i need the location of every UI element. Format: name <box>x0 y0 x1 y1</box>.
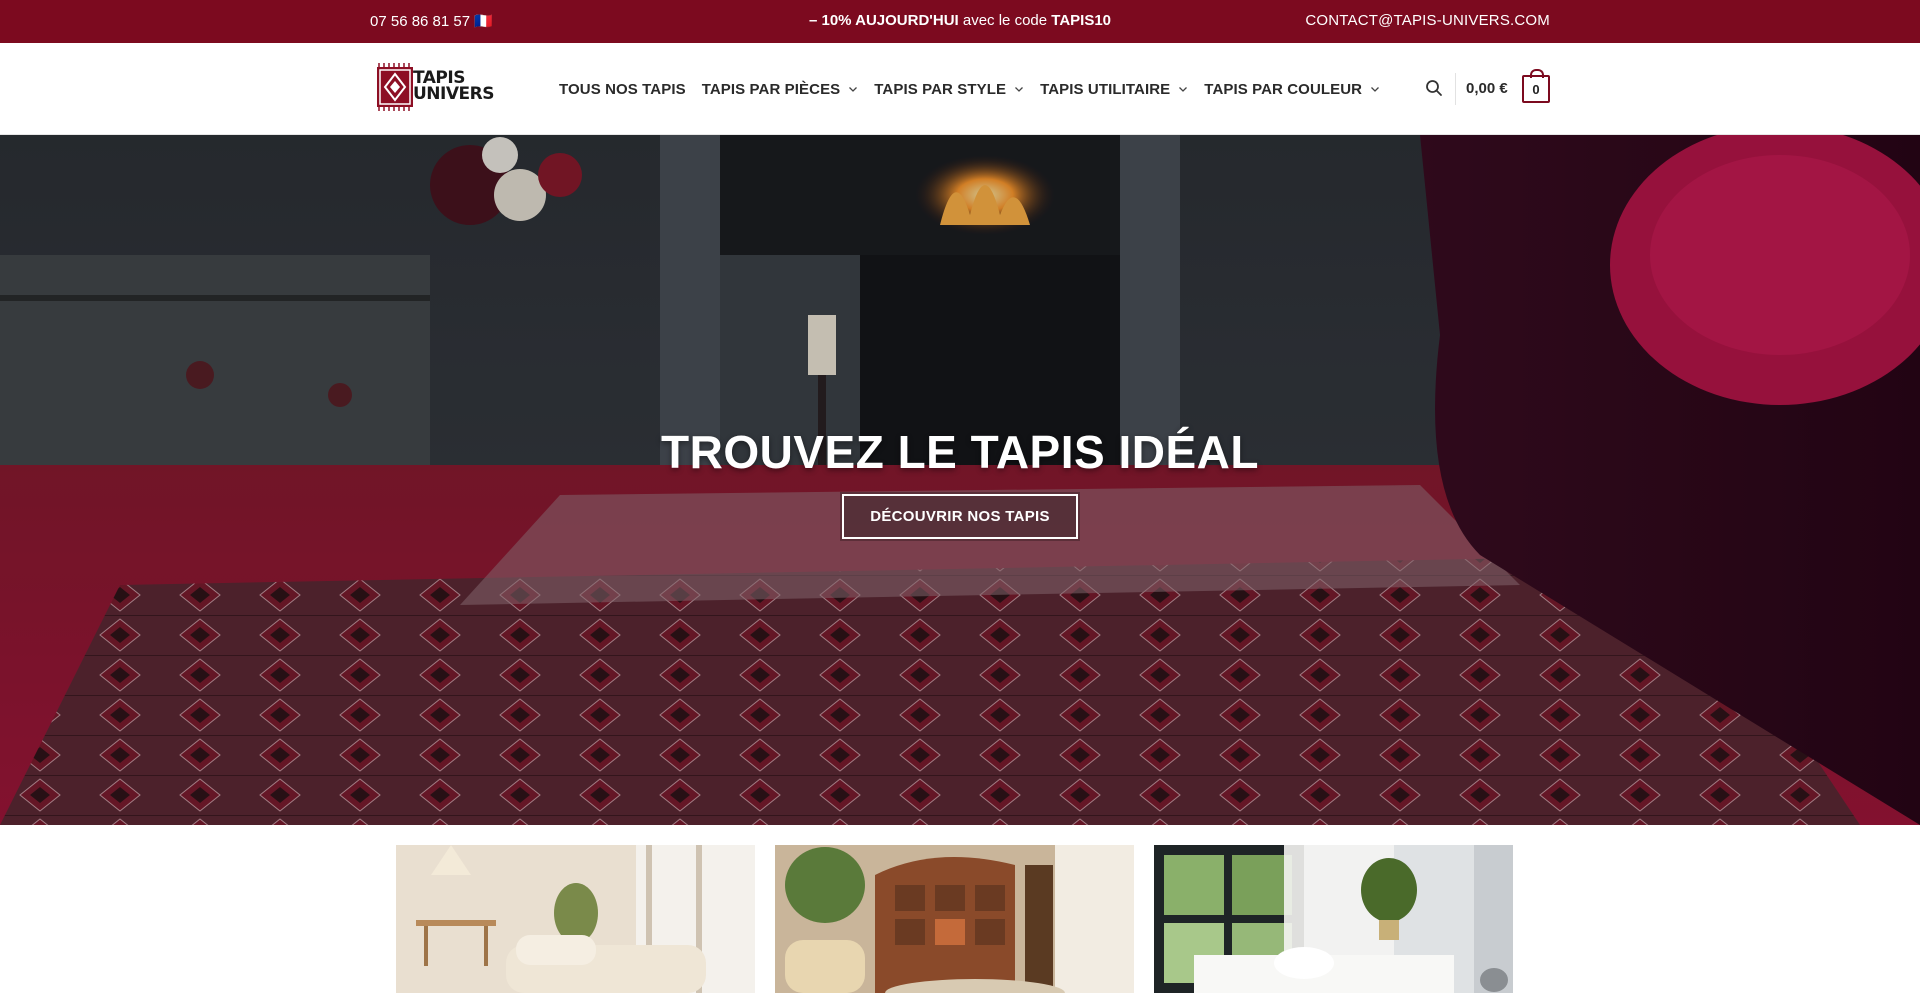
category-image-bedroom <box>775 845 1134 993</box>
hero-banner: TROUVEZ LE TAPIS IDÉAL DÉCOUVRIR NOS TAP… <box>0 135 1920 825</box>
category-card-living-room[interactable] <box>396 845 755 993</box>
cart-count: 0 <box>1532 81 1540 97</box>
promo-message: – 10% AUJOURD'HUI avec le code TAPIS10 <box>0 12 1920 29</box>
hero-title: TROUVEZ LE TAPIS IDÉAL <box>661 426 1259 478</box>
nav-item-tapis-par-couleur[interactable]: TAPIS PAR COULEUR <box>1204 81 1380 98</box>
nav-item-tapis-par-pieces[interactable]: TAPIS PAR PIÈCES <box>702 81 859 98</box>
logo-rug-icon <box>377 63 413 111</box>
promo-code: TAPIS10 <box>1051 12 1112 29</box>
promo-discount: – 10% AUJOURD'HUI <box>808 12 959 29</box>
nav-item-tapis-par-style[interactable]: TAPIS PAR STYLE <box>874 81 1024 98</box>
header-divider <box>1455 73 1456 105</box>
chevron-down-icon <box>1015 87 1024 92</box>
chevron-down-icon <box>1371 87 1380 92</box>
category-card-kids-room[interactable] <box>1154 845 1513 993</box>
category-image-kids-room <box>1154 845 1513 993</box>
chevron-down-icon <box>1179 87 1188 92</box>
nav-item-label: TAPIS PAR STYLE <box>874 80 1007 98</box>
site-header: TAPIS UNIVERS TOUS NOS TAPIS TAPIS PAR P… <box>0 43 1920 135</box>
chevron-down-icon <box>849 87 858 92</box>
hero-background-image <box>0 135 1920 825</box>
logo-text: TAPIS UNIVERS <box>413 70 494 104</box>
nav-item-label: TOUS NOS TAPIS <box>559 80 686 98</box>
nav-item-label: TAPIS UTILITAIRE <box>1040 80 1171 98</box>
logo-line-2: UNIVERS <box>413 84 494 104</box>
contact-email[interactable]: CONTACT@TAPIS-UNIVERS.COM <box>1305 12 1550 29</box>
nav-item-tous-nos-tapis[interactable]: TOUS NOS TAPIS <box>559 81 686 98</box>
promo-text: avec le code <box>958 12 1052 29</box>
shopping-bag-icon[interactable]: 0 <box>1522 69 1550 103</box>
nav-item-tapis-utilitaire[interactable]: TAPIS UTILITAIRE <box>1040 81 1188 98</box>
category-card-bedroom[interactable] <box>775 845 1134 993</box>
promo-bar: 07 56 86 81 57 🇫🇷 – 10% AUJOURD'HUI avec… <box>0 0 1920 43</box>
nav-item-label: TAPIS PAR COULEUR <box>1204 80 1363 98</box>
search-icon[interactable] <box>1425 79 1443 97</box>
cart-total[interactable]: 0,00 € <box>1466 80 1508 97</box>
discover-rugs-button[interactable]: DÉCOUVRIR NOS TAPIS <box>842 494 1078 539</box>
nav-item-label: TAPIS PAR PIÈCES <box>701 80 841 98</box>
site-logo[interactable]: TAPIS UNIVERS <box>375 61 495 113</box>
main-nav: TOUS NOS TAPIS TAPIS PAR PIÈCES TAPIS PA… <box>559 43 1396 135</box>
category-image-living-room <box>396 845 755 993</box>
